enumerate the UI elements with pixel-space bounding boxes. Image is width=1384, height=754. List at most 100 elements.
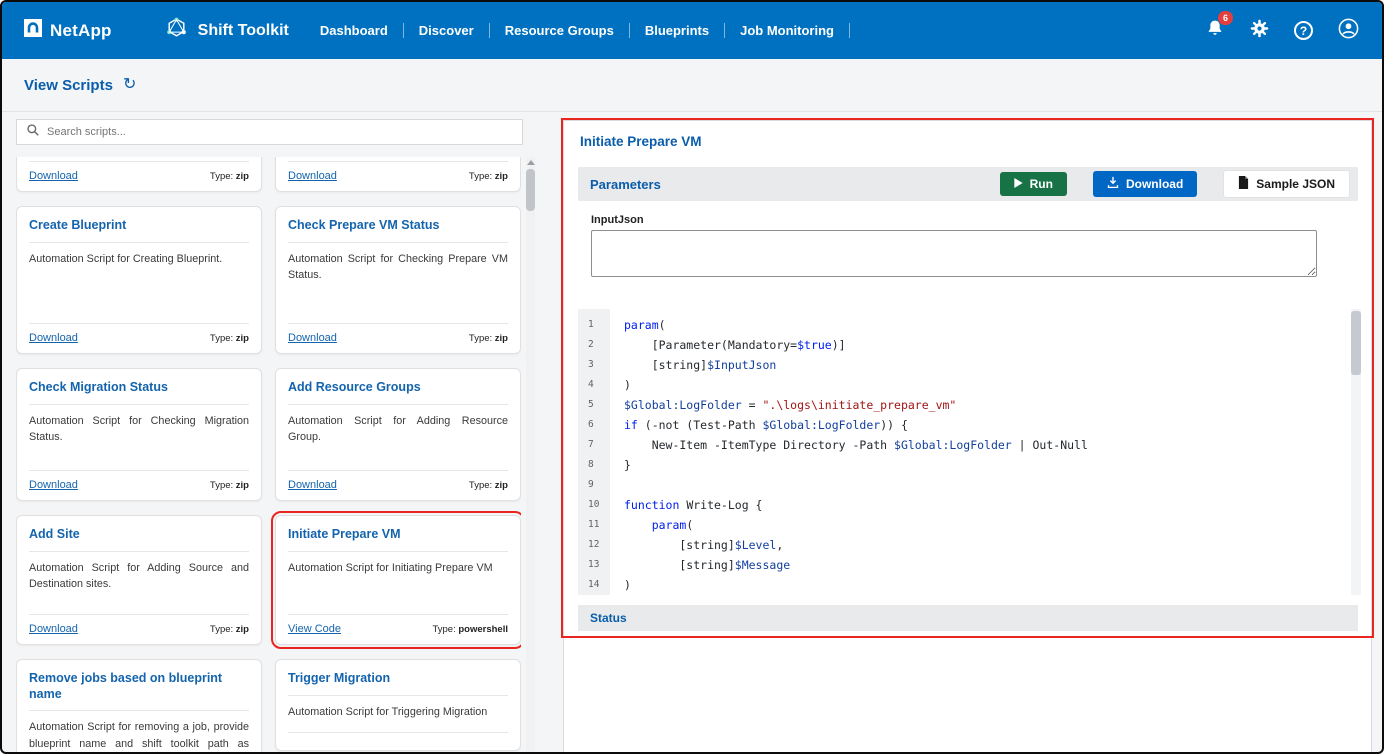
code-token: $true — [797, 338, 832, 352]
inputjson-textarea[interactable] — [591, 230, 1317, 277]
notifications-button[interactable]: 6 — [1205, 18, 1225, 44]
script-card-check-prepare-vm-status[interactable]: Check Prepare VM StatusAutomation Script… — [275, 206, 521, 354]
code-token: ( — [659, 318, 666, 332]
app-title: Shift Toolkit — [198, 22, 289, 40]
script-card-check-migration-status[interactable]: Check Migration StatusAutomation Script … — [16, 368, 262, 501]
line-number: 5 — [588, 395, 610, 415]
line-number: 11 — [588, 515, 610, 535]
download-link[interactable]: Download — [288, 170, 337, 182]
search-input[interactable] — [47, 126, 513, 138]
script-card-trigger-migration[interactable]: Trigger MigrationAutomation Script for T… — [275, 659, 521, 751]
sample-json-button[interactable]: Sample JSON — [1223, 170, 1350, 198]
script-card-remove-jobs-based-on-blueprint-name[interactable]: Remove jobs based on blueprint nameAutom… — [16, 659, 262, 754]
status-label: Status — [590, 611, 627, 625]
code-token: } — [624, 458, 631, 472]
card-title-divider — [29, 242, 249, 243]
code-line: $Global:LogFolder = ".\logs\initiate_pre… — [624, 395, 1351, 415]
code-token: ".\logs\initiate_prepare_vm" — [762, 398, 956, 412]
parameter-actions: Run Download Sample JSON — [1000, 170, 1350, 198]
parameters-label: Parameters — [590, 177, 661, 192]
line-number: 12 — [588, 535, 610, 555]
code-content[interactable]: param( [Parameter(Mandatory=$true)] [str… — [610, 309, 1351, 595]
parameters-header: Parameters Run Download Sample JSON — [578, 167, 1358, 201]
code-line: [Parameter(Mandatory=$true)] — [624, 335, 1351, 355]
download-button[interactable]: Download — [1093, 171, 1197, 197]
user-menu-button[interactable] — [1337, 17, 1360, 45]
card-description: Automation Script for Adding Resource Gr… — [288, 413, 508, 446]
download-link[interactable]: Download — [29, 170, 78, 182]
card-row: Check Migration StatusAutomation Script … — [16, 368, 521, 501]
card-footer-divider — [29, 470, 249, 471]
card-footer-divider — [288, 470, 508, 471]
code-viewer: 1234567891011121314 param( [Parameter(Ma… — [578, 309, 1361, 595]
detail-title: Initiate Prepare VM — [564, 121, 1371, 161]
view-code-link[interactable]: View Code — [288, 623, 341, 635]
code-line: param( — [624, 515, 1351, 535]
card-footer-divider — [288, 614, 508, 615]
card-list-scrollbar[interactable] — [526, 157, 535, 754]
script-card-add-resource-groups[interactable]: Add Resource GroupsAutomation Script for… — [275, 368, 521, 501]
code-scrollbar[interactable] — [1351, 309, 1361, 595]
script-card[interactable]: Download Type: zip — [16, 157, 262, 192]
line-number: 13 — [588, 555, 610, 575]
code-token: )] — [832, 338, 846, 352]
script-card-add-site[interactable]: Add SiteAutomation Script for Adding Sou… — [16, 515, 262, 645]
line-number: 10 — [588, 495, 610, 515]
code-token: ) — [624, 578, 631, 592]
card-description: Automation Script for Adding Source and … — [29, 560, 249, 593]
code-line: } — [624, 455, 1351, 475]
netapp-brand[interactable]: NetApp — [24, 19, 112, 42]
download-link[interactable]: Download — [288, 332, 337, 344]
script-card-initiate-prepare-vm[interactable]: Initiate Prepare VMAutomation Script for… — [275, 515, 521, 645]
card-footer: DownloadType: zip — [288, 479, 508, 491]
nav-item-dashboard[interactable]: Dashboard — [305, 23, 404, 38]
script-card-create-blueprint[interactable]: Create BlueprintAutomation Script for Cr… — [16, 206, 262, 354]
card-title: Initiate Prepare VM — [288, 527, 508, 543]
card-type: Type: zip — [210, 333, 249, 344]
top-navbar: NetApp Shift Toolkit DashboardDiscoverRe… — [2, 2, 1382, 59]
help-button[interactable]: ? — [1294, 21, 1313, 40]
card-footer-divider — [288, 323, 508, 324]
run-button[interactable]: Run — [1000, 172, 1067, 196]
page-title: View Scripts — [24, 77, 113, 94]
download-link[interactable]: Download — [29, 623, 78, 635]
card-row: Add SiteAutomation Script for Adding Sou… — [16, 515, 521, 645]
code-token: ( — [686, 518, 693, 532]
code-line: if (-not (Test-Path $Global:LogFolder)) … — [624, 415, 1351, 435]
card-spacer — [29, 446, 249, 462]
user-avatar-icon — [1337, 17, 1360, 45]
refresh-icon[interactable]: ↻ — [123, 77, 136, 93]
card-spacer — [29, 593, 249, 606]
nav-items: DashboardDiscoverResource GroupsBlueprin… — [305, 19, 850, 43]
card-title: Trigger Migration — [288, 671, 508, 687]
line-number: 1 — [588, 315, 610, 335]
code-scroll-thumb[interactable] — [1351, 311, 1361, 375]
code-token: (-not (Test-Path — [638, 418, 763, 432]
card-list-scroll-thumb[interactable] — [526, 169, 535, 211]
nav-item-discover[interactable]: Discover — [404, 23, 490, 38]
card-title-divider — [288, 242, 508, 243]
download-link[interactable]: Download — [29, 479, 78, 491]
code-token: [string] — [624, 358, 707, 372]
code-line: [string]$Level, — [624, 535, 1351, 555]
card-title-divider — [288, 404, 508, 405]
code-token: [string] — [624, 558, 735, 572]
shift-toolkit-brand[interactable]: Shift Toolkit — [164, 16, 289, 46]
download-icon — [1107, 176, 1119, 192]
inputjson-label: InputJson — [591, 214, 1355, 226]
nav-item-job-monitoring[interactable]: Job Monitoring — [725, 23, 850, 38]
nav-item-blueprints[interactable]: Blueprints — [630, 23, 725, 38]
card-footer-divider — [29, 161, 249, 162]
card-type: Type: zip — [210, 171, 249, 182]
download-link[interactable]: Download — [288, 479, 337, 491]
line-number: 7 — [588, 435, 610, 455]
code-token: | Out-Null — [1012, 438, 1088, 452]
settings-button[interactable] — [1249, 18, 1270, 44]
netapp-logo-icon — [24, 19, 42, 42]
script-search — [16, 119, 523, 145]
nav-item-resource-groups[interactable]: Resource Groups — [490, 23, 630, 38]
run-button-label: Run — [1030, 177, 1053, 191]
script-card[interactable]: DownloadType: zip — [275, 157, 521, 192]
code-line: function Write-Log { — [624, 495, 1351, 515]
download-link[interactable]: Download — [29, 332, 78, 344]
